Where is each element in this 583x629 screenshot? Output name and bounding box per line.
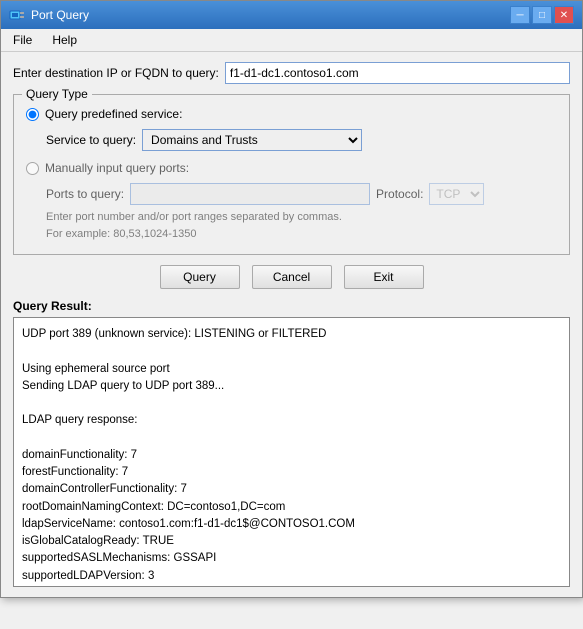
menu-file[interactable]: File (5, 31, 40, 49)
ports-input[interactable] (130, 183, 370, 205)
query-button[interactable]: Query (160, 265, 240, 289)
main-content: Enter destination IP or FQDN to query: Q… (1, 52, 582, 597)
group-label: Query Type (22, 87, 92, 101)
title-bar: Port Query ─ □ ✕ (1, 1, 582, 29)
radio-predefined-label[interactable]: Query predefined service: (45, 107, 182, 121)
button-row: Query Cancel Exit (13, 265, 570, 289)
result-label: Query Result: (13, 299, 570, 313)
query-type-group: Query Type Query predefined service: Ser… (13, 94, 570, 255)
radio-predefined[interactable] (26, 108, 39, 121)
radio-manual[interactable] (26, 162, 39, 175)
menu-help[interactable]: Help (44, 31, 85, 49)
cancel-button[interactable]: Cancel (252, 265, 332, 289)
ports-row: Ports to query: Protocol: TCP UDP Both (46, 183, 557, 205)
main-window: Port Query ─ □ ✕ File Help Enter destina… (0, 0, 583, 598)
dest-input[interactable] (225, 62, 570, 84)
app-icon (9, 7, 25, 23)
menu-bar: File Help (1, 29, 582, 52)
radio-manual-row: Manually input query ports: (26, 161, 557, 175)
hint-line2: For example: 80,53,1024-1350 (46, 228, 196, 240)
exit-button[interactable]: Exit (344, 265, 424, 289)
protocol-label: Protocol: (376, 187, 423, 201)
title-bar-buttons: ─ □ ✕ (510, 6, 574, 24)
radio-predefined-row: Query predefined service: (26, 107, 557, 121)
close-button[interactable]: ✕ (554, 6, 574, 24)
hint-text: Enter port number and/or port ranges sep… (46, 209, 557, 242)
minimize-button[interactable]: ─ (510, 6, 530, 24)
maximize-button[interactable]: □ (532, 6, 552, 24)
service-label: Service to query: (46, 133, 136, 147)
ports-label: Ports to query: (46, 187, 124, 201)
result-box[interactable]: UDP port 389 (unknown service): LISTENIN… (13, 317, 570, 587)
destination-row: Enter destination IP or FQDN to query: (13, 62, 570, 84)
window-title: Port Query (31, 8, 89, 22)
dest-label: Enter destination IP or FQDN to query: (13, 66, 219, 80)
title-bar-left: Port Query (9, 7, 89, 23)
protocol-select[interactable]: TCP UDP Both (429, 183, 484, 205)
service-select[interactable]: Domains and Trusts DNS FTP HTTP HTTPS IM… (142, 129, 362, 151)
hint-line1: Enter port number and/or port ranges sep… (46, 211, 342, 223)
radio-manual-label[interactable]: Manually input query ports: (45, 161, 189, 175)
service-row: Service to query: Domains and Trusts DNS… (46, 129, 557, 151)
